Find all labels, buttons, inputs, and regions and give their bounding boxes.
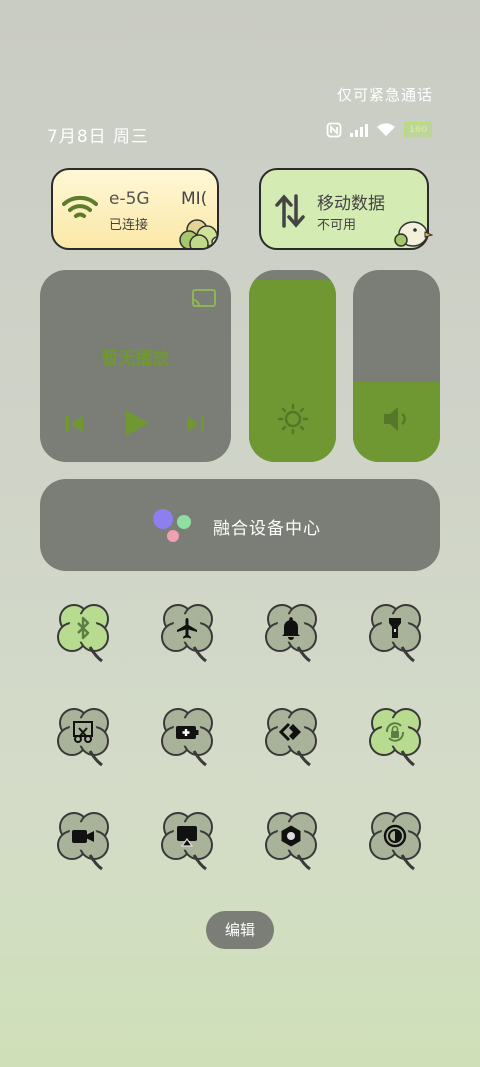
clover-icon: [161, 604, 213, 663]
toggle-hotspot[interactable]: [260, 703, 324, 769]
clover-icon: [265, 708, 317, 767]
clover-icon: [369, 812, 421, 871]
wifi-icon: [377, 123, 395, 136]
wifi-tile[interactable]: e-5G MI( 已连接: [51, 168, 219, 250]
volume-icon: [384, 407, 406, 431]
device-hub-button[interactable]: 融合设备中心: [40, 479, 440, 571]
toggle-flashlight[interactable]: [364, 599, 428, 665]
battery-plus-icon: [176, 726, 199, 739]
play-icon[interactable]: [122, 408, 152, 438]
toggle-screenshot[interactable]: [52, 703, 116, 769]
wifi-icon: [62, 195, 98, 218]
mobile-data-title: 移动数据: [317, 194, 385, 214]
wifi-ssid-tail: MI(: [181, 189, 208, 209]
mobile-data-status: 不可用: [317, 218, 357, 233]
wifi-ssid: e-5G: [109, 189, 150, 209]
clover-icon: [265, 812, 317, 871]
clover-icon: [57, 604, 109, 663]
toggle-battery-saver[interactable]: [156, 703, 220, 769]
bird-sticker-icon: [394, 221, 433, 247]
dark-mode-icon: [383, 824, 407, 848]
no-playback-text: 暂无播放: [101, 349, 170, 369]
brightness-slider[interactable]: [249, 270, 336, 462]
toggle-airplane[interactable]: [156, 599, 220, 665]
wifi-status: 已连接: [109, 218, 149, 233]
clover-icon: [265, 604, 317, 663]
cast-icon[interactable]: [191, 288, 217, 308]
media-player[interactable]: 暂无播放: [40, 270, 231, 462]
nfc-icon: [326, 122, 342, 138]
volume-slider[interactable]: [353, 270, 440, 462]
clover-icon: [161, 812, 213, 871]
clover-icon: [57, 812, 109, 871]
clover-sticker-icon: [179, 219, 217, 248]
signal-icon: [350, 124, 368, 137]
clover-icon: [161, 708, 213, 767]
emergency-call-text: 仅可紧急通话: [336, 86, 433, 104]
mobile-data-tile[interactable]: 移动数据 不可用: [259, 168, 433, 250]
clover-icon: [369, 708, 421, 767]
clover-icon: [57, 708, 109, 767]
next-icon[interactable]: [184, 413, 206, 435]
status-icons: 160: [326, 122, 432, 138]
previous-icon[interactable]: [64, 413, 86, 435]
brightness-icon: [277, 403, 309, 435]
hub-dots-icon: [153, 509, 191, 542]
toggle-rotation-lock[interactable]: [364, 703, 428, 769]
clover-icon: [369, 604, 421, 663]
toggle-dark-mode[interactable]: [364, 807, 428, 873]
toggle-ringer[interactable]: [260, 599, 324, 665]
toggle-bluetooth[interactable]: [52, 599, 116, 665]
battery-icon: 160: [404, 122, 432, 138]
toggle-screen-cast[interactable]: [156, 807, 220, 873]
toggle-screen-record[interactable]: [52, 807, 116, 873]
date-text: 7月8日 周三: [47, 127, 150, 147]
toggle-nut[interactable]: [260, 807, 324, 873]
device-hub-label: 融合设备中心: [213, 519, 321, 539]
edit-button[interactable]: 编辑: [206, 911, 274, 949]
data-arrows-icon: [275, 194, 305, 228]
